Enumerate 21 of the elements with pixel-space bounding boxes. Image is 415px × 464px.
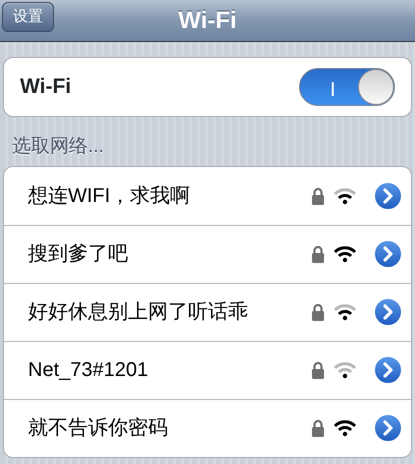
- network-name[interactable]: 搜到爹了吧: [28, 239, 311, 269]
- lock-icon: [311, 303, 325, 321]
- lock-icon: [311, 245, 325, 263]
- nav-title: Wi-Fi: [178, 8, 237, 32]
- network-name[interactable]: 好好休息别上网了听话乖: [28, 297, 311, 327]
- detail-disclosure-button[interactable]: [373, 239, 403, 269]
- detail-disclosure-button[interactable]: [373, 297, 403, 327]
- network-name[interactable]: 想连WIFI，求我啊: [28, 180, 311, 210]
- lock-icon: [311, 419, 325, 437]
- switch-on-label: I: [330, 78, 336, 103]
- detail-disclosure-button[interactable]: [373, 413, 403, 443]
- lock-icon: [311, 186, 325, 204]
- wifi-label: Wi-Fi: [20, 74, 72, 100]
- network-name[interactable]: Net_73#1201: [28, 355, 311, 385]
- detail-disclosure-button[interactable]: [373, 180, 403, 210]
- section-header: 选取网络...: [12, 136, 104, 157]
- detail-disclosure-button[interactable]: [373, 355, 403, 385]
- wifi-switch[interactable]: I: [299, 68, 395, 106]
- lock-icon: [311, 361, 325, 379]
- back-button[interactable]: 设置: [2, 2, 54, 32]
- network-name[interactable]: 就不告诉你密码: [28, 413, 311, 443]
